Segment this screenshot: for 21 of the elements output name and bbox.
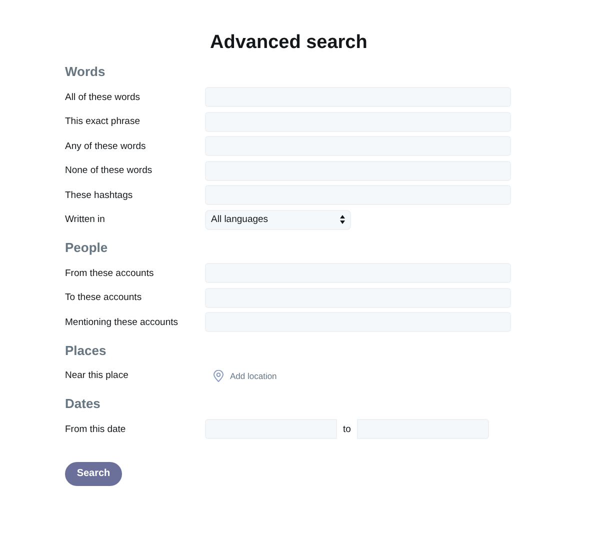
field-label: From this date [65, 424, 127, 435]
field-label: This exact phrase [65, 116, 141, 128]
field-label: These hashtags [65, 190, 134, 201]
search-button[interactable]: Search [65, 462, 122, 486]
field-label: Any of these words [65, 140, 147, 152]
field-label: From these accounts [65, 268, 155, 279]
section-heading: Dates [65, 396, 102, 411]
field-label: To these accounts [65, 292, 143, 304]
field-label: None of these words [65, 165, 154, 176]
location-pin-icon [213, 370, 224, 382]
page-title: Advanced search [210, 32, 368, 54]
section-heading: People [65, 240, 109, 255]
section-heading: Words [65, 64, 106, 79]
field-label: All of these words [65, 92, 141, 103]
add-location-link[interactable]: Add location [213, 370, 277, 382]
field-label: Written in [65, 214, 106, 226]
section-heading: Places [65, 342, 108, 358]
field-label: Near this place [65, 370, 130, 382]
language-select[interactable]: All languages [205, 210, 351, 230]
field-label: Mentioning these accounts [65, 316, 180, 328]
updown-arrows-icon [340, 215, 345, 224]
